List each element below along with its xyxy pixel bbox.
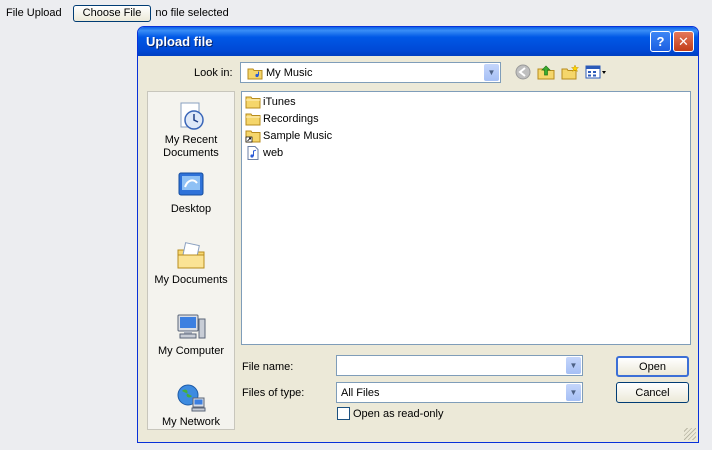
dialog-titlebar[interactable]: Upload file ? ✕	[138, 27, 698, 56]
view-menu-icon[interactable]	[585, 64, 607, 80]
place-label: My Computer	[157, 345, 225, 357]
folder-icon	[245, 96, 261, 109]
close-icon: ✕	[678, 33, 689, 49]
place-my-network[interactable]: My Network	[148, 382, 234, 429]
place-label: My Documents	[154, 274, 228, 286]
read-only-option[interactable]: Open as read-only	[337, 407, 444, 420]
place-my-recent-documents[interactable]: My Recent Documents	[148, 100, 234, 160]
resize-grip-icon[interactable]	[684, 428, 696, 440]
my-documents-icon	[177, 242, 205, 269]
chevron-down-icon[interactable]: ▼	[566, 357, 581, 374]
file-name-input[interactable]: ▼	[336, 355, 583, 376]
look-in-dropdown[interactable]: My Music ▼	[240, 62, 501, 83]
read-only-checkbox[interactable]	[337, 407, 350, 420]
shortcut-folder-icon	[245, 130, 261, 143]
place-label: My Network	[161, 416, 221, 428]
file-name-label: File name:	[242, 361, 294, 373]
chevron-down-icon[interactable]: ▼	[484, 64, 499, 81]
look-in-value: My Music	[266, 67, 313, 79]
file-name-text: iTunes	[263, 96, 296, 108]
files-of-type-dropdown[interactable]: All Files ▼	[336, 382, 583, 403]
help-button[interactable]: ?	[650, 31, 671, 52]
audio-file-icon	[247, 146, 259, 160]
list-item-web[interactable]: web	[245, 145, 283, 161]
dialog-title: Upload file	[146, 34, 213, 49]
my-computer-icon	[177, 314, 206, 339]
up-folder-icon[interactable]	[537, 64, 555, 80]
file-name-text: web	[263, 147, 284, 159]
place-my-documents[interactable]: My Documents	[148, 240, 234, 287]
close-button[interactable]: ✕	[673, 31, 694, 52]
my-recent-documents-icon	[180, 102, 204, 130]
no-file-selected-text: no file selected	[155, 7, 229, 19]
back-icon[interactable]	[515, 64, 531, 80]
file-name-text: Sample Music	[263, 130, 333, 142]
upload-file-dialog: Upload file ? ✕ Look in: My Music ▼ My R…	[137, 26, 699, 443]
navigation-toolbar	[515, 64, 607, 80]
help-icon: ?	[656, 34, 665, 49]
place-label: Desktop	[170, 203, 212, 215]
open-button[interactable]: Open	[616, 356, 689, 377]
desktop-icon	[178, 172, 204, 196]
file-upload-label: File Upload	[6, 7, 62, 19]
file-name-text: Recordings	[263, 113, 319, 125]
files-of-type-value: All Files	[341, 387, 380, 399]
folder-icon	[245, 113, 261, 126]
list-item-itunes[interactable]: iTunes	[245, 94, 296, 110]
list-item-recordings[interactable]: Recordings	[245, 111, 319, 127]
new-folder-icon[interactable]	[561, 64, 579, 80]
place-label: Documents	[163, 147, 219, 159]
list-item-sample-music[interactable]: Sample Music	[245, 128, 332, 144]
music-folder-icon	[247, 68, 263, 80]
place-desktop[interactable]: Desktop	[148, 169, 234, 216]
chevron-down-icon[interactable]: ▼	[566, 384, 581, 401]
read-only-label: Open as read-only	[353, 407, 444, 420]
place-my-computer[interactable]: My Computer	[148, 311, 234, 358]
my-network-icon	[177, 384, 206, 412]
place-label: My Recent	[164, 134, 218, 146]
files-of-type-label: Files of type:	[242, 387, 305, 399]
file-upload-row: File Upload Choose File no file selected	[6, 4, 229, 22]
look-in-label: Look in:	[194, 67, 233, 79]
choose-file-button[interactable]: Choose File	[72, 4, 152, 22]
file-list[interactable]: iTunes Recordings Sample Music web	[241, 91, 691, 345]
places-bar: My Recent Documents Desktop My Documents	[147, 91, 235, 430]
cancel-button[interactable]: Cancel	[616, 382, 689, 403]
